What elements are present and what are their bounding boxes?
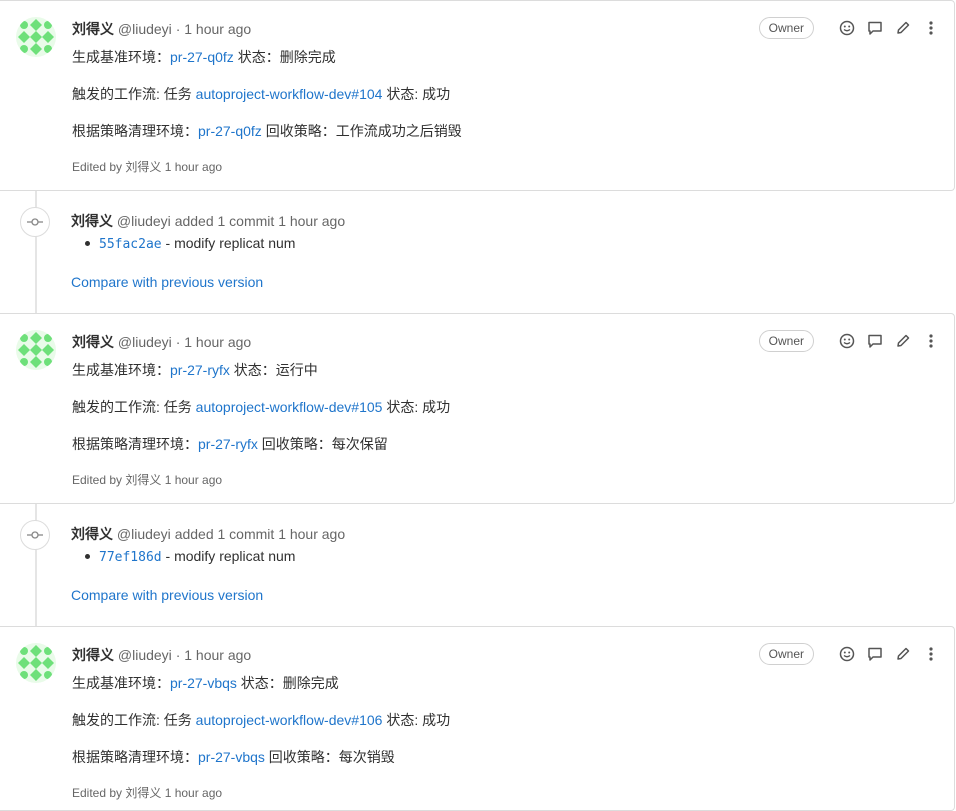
system-note-header: 刘得义 @liudeyi added 1 commit 1 hour ago — [71, 211, 345, 231]
note-header: 刘得义 @liudeyi · 1 hour ago — [72, 332, 251, 352]
avatar[interactable] — [16, 330, 56, 370]
workflow-link[interactable]: autoproject-workflow-dev#106 — [196, 712, 383, 728]
author-handle[interactable]: @liudeyi — [118, 647, 172, 663]
line-text: 触发的工作流: 任务 — [72, 712, 196, 728]
line-text: 状态：删除完成 — [233, 49, 336, 65]
system-note: 刘得义 @liudeyi added 1 commit 1 hour ago 5… — [0, 207, 955, 307]
line-text: 生成基准环境： — [72, 362, 170, 378]
compare-version-link[interactable]: Compare with previous version — [71, 272, 263, 292]
commit-list-item: 55fac2ae - modify replicat num — [85, 233, 295, 255]
note-actions: Owner — [758, 17, 940, 39]
system-action: added 1 commit — [174, 213, 275, 229]
line-text: 根据策略清理环境： — [72, 123, 198, 139]
author-handle[interactable]: @liudeyi — [118, 334, 172, 350]
workflow-link[interactable]: autoproject-workflow-dev#105 — [196, 399, 383, 415]
compare-version-link[interactable]: Compare with previous version — [71, 585, 263, 605]
environment-link[interactable]: pr-27-q0fz — [198, 123, 262, 139]
author-name[interactable]: 刘得义 — [72, 21, 114, 37]
author-name[interactable]: 刘得义 — [71, 213, 113, 229]
owner-badge: Owner — [758, 643, 814, 665]
commit-sha-link[interactable]: 55fac2ae — [99, 237, 162, 252]
line-text: 触发的工作流: 任务 — [72, 399, 196, 415]
timestamp[interactable]: 1 hour ago — [278, 526, 345, 542]
commit-message: - modify replicat num — [161, 235, 296, 251]
system-note: 刘得义 @liudeyi added 1 commit 1 hour ago 7… — [0, 520, 955, 620]
edited-info: Edited by 刘得义 1 hour ago — [72, 786, 223, 800]
kebab-icon[interactable] — [922, 332, 940, 350]
workflow-link[interactable]: autoproject-workflow-dev#104 — [196, 86, 383, 102]
avatar[interactable] — [16, 643, 56, 683]
smiley-icon[interactable] — [838, 332, 856, 350]
smiley-icon[interactable] — [838, 19, 856, 37]
line-text: 状态: 成功 — [382, 712, 451, 728]
commit-icon — [20, 207, 50, 237]
environment-link[interactable]: pr-27-ryfx — [170, 362, 230, 378]
line-text: 根据策略清理环境： — [72, 436, 198, 452]
smiley-icon[interactable] — [838, 645, 856, 663]
commit-message: - modify replicat num — [161, 548, 296, 564]
line-text: 触发的工作流: 任务 — [72, 86, 196, 102]
timestamp[interactable]: 1 hour ago — [278, 213, 345, 229]
timestamp[interactable]: 1 hour ago — [184, 334, 251, 350]
environment-link[interactable]: pr-27-vbqs — [170, 675, 237, 691]
author-handle[interactable]: @liudeyi — [117, 213, 171, 229]
note-body: 生成基准环境：pr-27-vbqs 状态：删除完成 触发的工作流: 任务 aut… — [72, 673, 450, 784]
pencil-icon[interactable] — [894, 645, 912, 663]
author-handle[interactable]: @liudeyi — [117, 526, 171, 542]
avatar[interactable] — [16, 17, 56, 57]
comment-note: 刘得义 @liudeyi · 1 hour ago Owner 生成基准环境：p… — [0, 626, 955, 811]
bullet — [85, 553, 90, 559]
system-note-header: 刘得义 @liudeyi added 1 commit 1 hour ago — [71, 524, 345, 544]
commit-icon — [20, 520, 50, 550]
environment-link[interactable]: pr-27-q0fz — [170, 49, 234, 65]
comment-icon[interactable] — [866, 19, 884, 37]
line-text: 状态：删除完成 — [236, 675, 339, 691]
timestamp[interactable]: 1 hour ago — [184, 21, 251, 37]
separator: · — [175, 647, 181, 663]
system-action: added 1 commit — [174, 526, 275, 542]
line-text: 回收策略：每次保留 — [257, 436, 388, 452]
pencil-icon[interactable] — [894, 332, 912, 350]
line-text: 生成基准环境： — [72, 675, 170, 691]
author-name[interactable]: 刘得义 — [72, 647, 114, 663]
edited-info: Edited by 刘得义 1 hour ago — [72, 160, 223, 174]
owner-badge: Owner — [758, 17, 814, 39]
line-text: 状态: 成功 — [382, 399, 451, 415]
line-text: 状态: 成功 — [382, 86, 451, 102]
commit-sha-link[interactable]: 77ef186d — [99, 550, 162, 565]
commit-list-item: 77ef186d - modify replicat num — [85, 546, 295, 568]
separator: · — [175, 21, 181, 37]
bullet — [85, 240, 90, 246]
line-text: 状态：运行中 — [229, 362, 318, 378]
author-name[interactable]: 刘得义 — [72, 334, 114, 350]
pencil-icon[interactable] — [894, 19, 912, 37]
comment-icon[interactable] — [866, 332, 884, 350]
comment-note: 刘得义 @liudeyi · 1 hour ago Owner 生成基准环境：p… — [0, 313, 955, 504]
line-text: 生成基准环境： — [72, 49, 170, 65]
edited-info: Edited by 刘得义 1 hour ago — [72, 473, 223, 487]
comment-icon[interactable] — [866, 645, 884, 663]
environment-link[interactable]: pr-27-ryfx — [198, 436, 258, 452]
line-text: 根据策略清理环境： — [72, 749, 198, 765]
author-handle[interactable]: @liudeyi — [118, 21, 172, 37]
note-actions: Owner — [758, 643, 940, 665]
note-header: 刘得义 @liudeyi · 1 hour ago — [72, 19, 251, 39]
kebab-icon[interactable] — [922, 645, 940, 663]
note-body: 生成基准环境：pr-27-q0fz 状态：删除完成 触发的工作流: 任务 aut… — [72, 47, 462, 158]
owner-badge: Owner — [758, 330, 814, 352]
note-body: 生成基准环境：pr-27-ryfx 状态：运行中 触发的工作流: 任务 auto… — [72, 360, 450, 471]
line-text: 回收策略：每次销毁 — [264, 749, 395, 765]
environment-link[interactable]: pr-27-vbqs — [198, 749, 265, 765]
author-name[interactable]: 刘得义 — [71, 526, 113, 542]
separator: · — [175, 334, 181, 350]
kebab-icon[interactable] — [922, 19, 940, 37]
timestamp[interactable]: 1 hour ago — [184, 647, 251, 663]
comment-note: 刘得义 @liudeyi · 1 hour ago Owner 生成基准环境：p… — [0, 0, 955, 191]
line-text: 回收策略：工作流成功之后销毁 — [261, 123, 462, 139]
note-actions: Owner — [758, 330, 940, 352]
note-header: 刘得义 @liudeyi · 1 hour ago — [72, 645, 251, 665]
